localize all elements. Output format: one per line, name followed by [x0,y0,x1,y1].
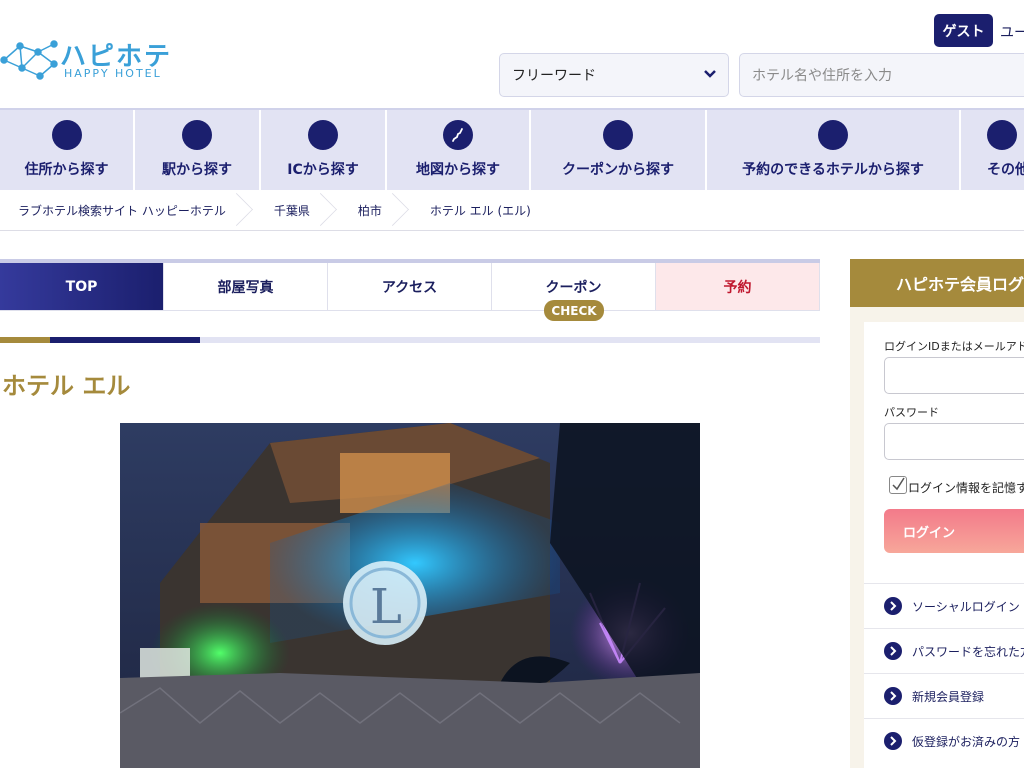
menu-link-label: 新規会員登録 [912,689,985,704]
hotel-tabs: TOP 部屋写真 アクセス クーポン 予約 [0,259,820,311]
breadcrumb-item-current: ホテル エル (エル) [429,203,531,218]
nav-item-reservation[interactable]: 予約のできるホテルから探す [707,110,961,190]
map-pin-icon [51,120,82,150]
search-placeholder: ホテル名や住所を入力 [752,68,892,84]
breadcrumb: ラブホテル検索サイト ハッピーホテル 千葉県 柏市 ホテル エル (エル) [0,190,1024,231]
car-icon [308,120,338,150]
password-field[interactable] [884,423,1024,460]
user-label: ユー [1000,25,1024,41]
hotel-exterior-image: L [120,423,700,768]
chevron-right-icon [884,732,902,750]
provisional-registration-link[interactable]: 仮登録がお済みの方 [864,718,1024,763]
tab-room-photos[interactable]: 部屋写真 [164,263,328,311]
remember-label: ログイン情報を記憶す [908,481,1024,495]
main-nav: 住所から探す 駅から探す ICから探す 地図から探す クーポンから探す 予約ので… [0,108,1024,190]
progress-segment-navy [50,337,200,343]
chevron-right-icon [884,642,902,660]
tab-reservation[interactable]: 予約 [656,263,820,311]
site-header: ハピホテ HAPPY HOTEL ゲスト ユー フリーワード ホテル名や住所を入… [0,0,1024,108]
search-input[interactable]: ホテル名や住所を入力 [739,53,1024,97]
coupon-icon [603,120,633,150]
site-logo[interactable]: ハピホテ HAPPY HOTEL [0,36,175,86]
tab-top[interactable]: TOP [0,263,164,311]
network-logo-icon [0,40,58,80]
guest-button[interactable]: ゲスト [934,14,993,47]
password-label: パスワード [884,406,939,419]
nav-label: その他 [987,162,1024,178]
breadcrumb-item-city[interactable]: 柏市 [340,190,412,231]
more-icon [987,120,1017,150]
breadcrumb-item-home[interactable]: ラブホテル検索サイト ハッピーホテル [0,190,256,231]
nav-item-station[interactable]: 駅から探す [135,110,261,190]
logo-subtext: HAPPY HOTEL [64,67,162,80]
tab-progress-bar [0,337,820,343]
nav-label: 地図から探す [416,162,500,178]
hotel-photo[interactable]: L [120,423,700,768]
checkmark-icon [892,477,905,491]
nav-item-map[interactable]: 地図から探す [387,110,531,190]
breadcrumb-item-prefecture[interactable]: 千葉県 [256,190,340,231]
nav-label: 住所から探す [24,162,109,178]
search-type-select[interactable]: フリーワード [499,53,729,97]
nav-label: クーポンから探す [562,162,674,178]
train-icon [182,120,212,150]
nav-item-coupon[interactable]: クーポンから探す [531,110,707,190]
nav-item-ic[interactable]: ICから探す [261,110,387,190]
menu-link-label: 仮登録がお済みの方 [912,734,1021,749]
calendar-icon [818,120,848,150]
remember-checkbox[interactable] [889,476,907,494]
japan-map-icon [443,120,473,150]
nav-item-address[interactable]: 住所から探す [0,110,135,190]
hotel-name: ホテル エル [2,372,131,400]
tab-access[interactable]: アクセス [328,263,492,311]
check-badge: CHECK [544,300,604,321]
login-id-label: ログインIDまたはメールアドレ [884,340,1024,353]
chevron-right-icon [884,687,902,705]
register-link[interactable]: 新規会員登録 [864,673,1024,718]
chevron-down-icon [704,70,716,78]
svg-text:L: L [370,579,402,635]
search-type-value: フリーワード [512,68,596,84]
chevron-right-icon [884,597,902,615]
nav-label: 予約のできるホテルから探す [742,162,924,178]
menu-link-label: パスワードを忘れた方 [912,644,1024,659]
nav-label: 駅から探す [162,162,232,178]
social-login-link[interactable]: ソーシャルログイン [864,583,1024,628]
nav-label: ICから探す [287,162,359,178]
menu-link-label: ソーシャルログイン [912,599,1020,614]
progress-segment-gold [0,337,50,343]
forgot-password-link[interactable]: パスワードを忘れた方 [864,628,1024,673]
login-panel-title: ハピホテ会員ログ [850,259,1024,307]
login-id-field[interactable] [884,357,1024,394]
nav-item-other[interactable]: その他 [961,110,1024,190]
login-button[interactable]: ログイン [884,509,1024,553]
